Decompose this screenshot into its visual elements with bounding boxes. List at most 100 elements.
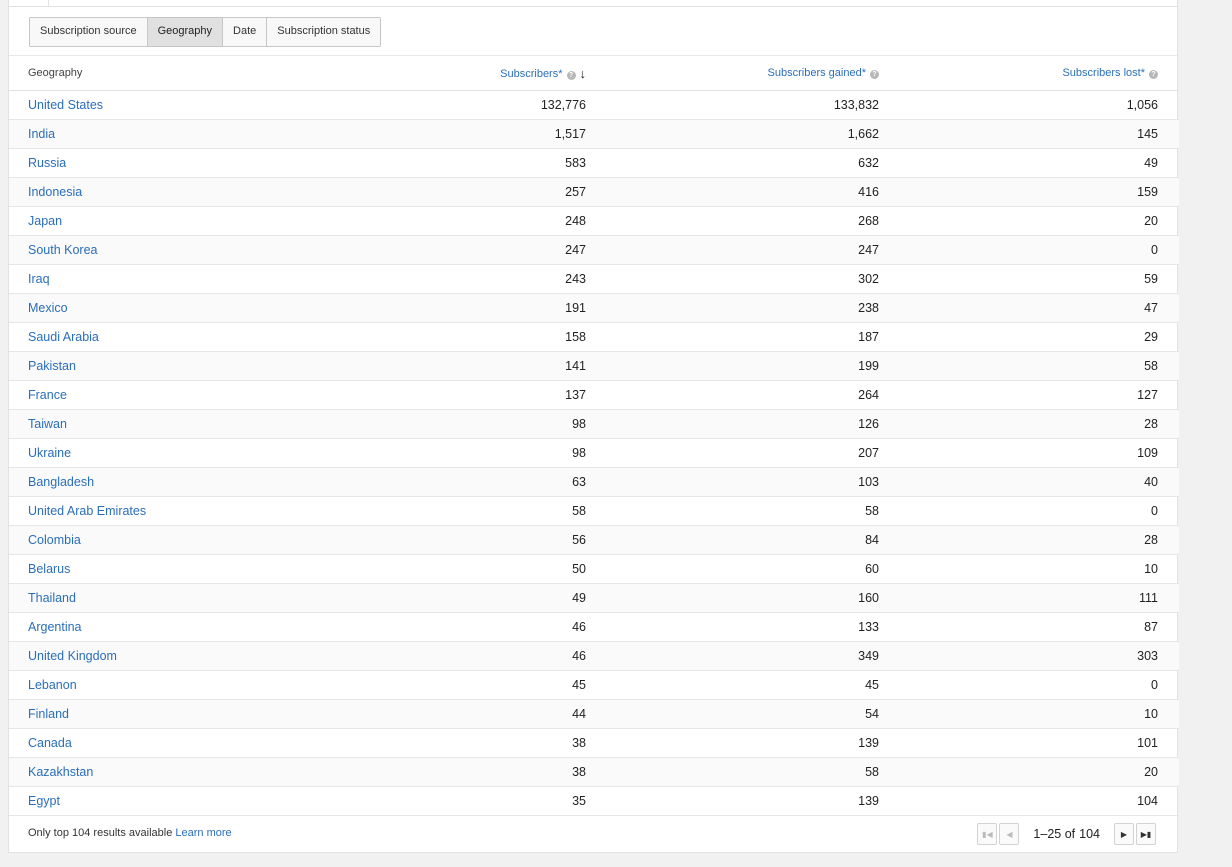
geography-link[interactable]: Bangladesh (28, 475, 94, 489)
geography-link[interactable]: Belarus (28, 562, 70, 576)
row-spacer (1158, 322, 1179, 352)
table-row[interactable]: Ukraine 98 207 109 (9, 438, 1179, 468)
geography-cell[interactable]: Colombia (9, 525, 289, 555)
geography-link[interactable]: Russia (28, 156, 66, 170)
table-row[interactable]: Japan 248 268 20 (9, 206, 1179, 236)
geography-link[interactable]: Egypt (28, 794, 60, 808)
geography-link[interactable]: South Korea (28, 243, 98, 257)
table-row[interactable]: India 1,517 1,662 145 (9, 119, 1179, 149)
geography-link[interactable]: Lebanon (28, 678, 77, 692)
table-row[interactable]: Finland 44 54 10 (9, 699, 1179, 729)
geography-cell[interactable]: United Kingdom (9, 641, 289, 671)
tab-date[interactable]: Date (223, 18, 268, 46)
column-header-subscribers-gained[interactable]: Subscribers gained*? (586, 55, 879, 91)
table-row[interactable]: South Korea 247 247 0 (9, 235, 1179, 265)
table-row[interactable]: Taiwan 98 126 28 (9, 409, 1179, 439)
geography-link[interactable]: Iraq (28, 272, 50, 286)
geography-cell[interactable]: Mexico (9, 293, 289, 323)
tab-subscription-source[interactable]: Subscription source (30, 18, 148, 46)
help-icon[interactable]: ? (1149, 70, 1158, 79)
table-row[interactable]: Argentina 46 133 87 (9, 612, 1179, 642)
help-icon[interactable]: ? (566, 70, 576, 80)
geography-link[interactable]: Mexico (28, 301, 68, 315)
geography-link[interactable]: Colombia (28, 533, 81, 547)
column-header-label: Geography (28, 67, 83, 79)
geography-link[interactable]: Japan (28, 214, 62, 228)
geography-cell[interactable]: South Korea (9, 235, 289, 265)
table-row[interactable]: Kazakhstan 38 58 20 (9, 757, 1179, 787)
cell-value: 50 (572, 562, 586, 576)
subscribers-gained-cell: 58 (586, 496, 879, 526)
table-row[interactable]: Thailand 49 160 111 (9, 583, 1179, 613)
subscribers-lost-cell: 1,056 (879, 90, 1158, 120)
geography-link[interactable]: Ukraine (28, 446, 71, 460)
table-row[interactable]: United Arab Emirates 58 58 0 (9, 496, 1179, 526)
table-row[interactable]: Mexico 191 238 47 (9, 293, 1179, 323)
tab-geography[interactable]: Geography (147, 18, 224, 46)
subscribers-gained-cell: 1,662 (586, 119, 879, 149)
geography-cell[interactable]: United States (9, 90, 289, 120)
geography-cell[interactable]: Kazakhstan (9, 757, 289, 787)
column-header-label[interactable]: Subscribers gained* (768, 67, 866, 79)
geography-link[interactable]: United States (28, 98, 103, 112)
geography-link[interactable]: United Arab Emirates (28, 504, 146, 518)
sort-descending-icon[interactable]: ↓ (580, 66, 587, 81)
table-row[interactable]: Russia 583 632 49 (9, 148, 1179, 178)
geography-link[interactable]: United Kingdom (28, 649, 117, 663)
geography-link[interactable]: Canada (28, 736, 72, 750)
geography-cell[interactable]: Pakistan (9, 351, 289, 381)
first-page-icon[interactable]: ▮◀ (977, 823, 998, 845)
column-header-subscribers[interactable]: Subscribers*? ↓ (289, 55, 587, 91)
table-row[interactable]: Saudi Arabia 158 187 29 (9, 322, 1179, 352)
geography-cell[interactable]: France (9, 380, 289, 410)
last-page-icon[interactable]: ▶▮ (1136, 823, 1156, 845)
geography-link[interactable]: Thailand (28, 591, 76, 605)
geography-cell[interactable]: Russia (9, 148, 289, 178)
table-row[interactable]: Colombia 56 84 28 (9, 525, 1179, 555)
geography-link[interactable]: Taiwan (28, 417, 67, 431)
column-header-label[interactable]: Subscribers* (500, 68, 562, 80)
geography-cell[interactable]: Ukraine (9, 438, 289, 468)
geography-cell[interactable]: Egypt (9, 786, 289, 816)
geography-cell[interactable]: Taiwan (9, 409, 289, 439)
geography-cell[interactable]: Japan (9, 206, 289, 236)
table-row[interactable]: United Kingdom 46 349 303 (9, 641, 1179, 671)
geography-cell[interactable]: India (9, 119, 289, 149)
geography-link[interactable]: Indonesia (28, 185, 82, 199)
geography-cell[interactable]: Bangladesh (9, 467, 289, 497)
geography-cell[interactable]: Lebanon (9, 670, 289, 700)
column-header-label[interactable]: Subscribers lost* (1062, 67, 1145, 79)
table-row[interactable]: Bangladesh 63 103 40 (9, 467, 1179, 497)
help-icon[interactable]: ? (870, 70, 879, 79)
table-row[interactable]: France 137 264 127 (9, 380, 1179, 410)
geography-cell[interactable]: Belarus (9, 554, 289, 584)
column-header-subscribers-lost[interactable]: Subscribers lost*? (879, 55, 1158, 91)
geography-cell[interactable]: United Arab Emirates (9, 496, 289, 526)
geography-link[interactable]: Finland (28, 707, 69, 721)
geography-cell[interactable]: Thailand (9, 583, 289, 613)
table-row[interactable]: Iraq 243 302 59 (9, 264, 1179, 294)
geography-cell[interactable]: Argentina (9, 612, 289, 642)
prev-page-icon[interactable]: ◀ (999, 823, 1020, 845)
geography-cell[interactable]: Iraq (9, 264, 289, 294)
geography-cell[interactable]: Finland (9, 699, 289, 729)
table-row[interactable]: Lebanon 45 45 0 (9, 670, 1179, 700)
table-row[interactable]: United States 132,776 133,832 1,056 (9, 90, 1179, 120)
table-row[interactable]: Pakistan 141 199 58 (9, 351, 1179, 381)
geography-link[interactable]: France (28, 388, 67, 402)
geography-link[interactable]: Pakistan (28, 359, 76, 373)
table-row[interactable]: Canada 38 139 101 (9, 728, 1179, 758)
geography-link[interactable]: Saudi Arabia (28, 330, 99, 344)
geography-cell[interactable]: Canada (9, 728, 289, 758)
next-page-icon[interactable]: ▶ (1114, 823, 1134, 845)
geography-link[interactable]: Kazakhstan (28, 765, 93, 779)
geography-cell[interactable]: Saudi Arabia (9, 322, 289, 352)
learn-more-link[interactable]: Learn more (175, 827, 231, 839)
geography-link[interactable]: India (28, 127, 55, 141)
table-row[interactable]: Indonesia 257 416 159 (9, 177, 1179, 207)
geography-link[interactable]: Argentina (28, 620, 82, 634)
geography-cell[interactable]: Indonesia (9, 177, 289, 207)
table-row[interactable]: Egypt 35 139 104 (9, 786, 1179, 816)
tab-subscription-status[interactable]: Subscription status (267, 18, 381, 46)
table-row[interactable]: Belarus 50 60 10 (9, 554, 1179, 584)
